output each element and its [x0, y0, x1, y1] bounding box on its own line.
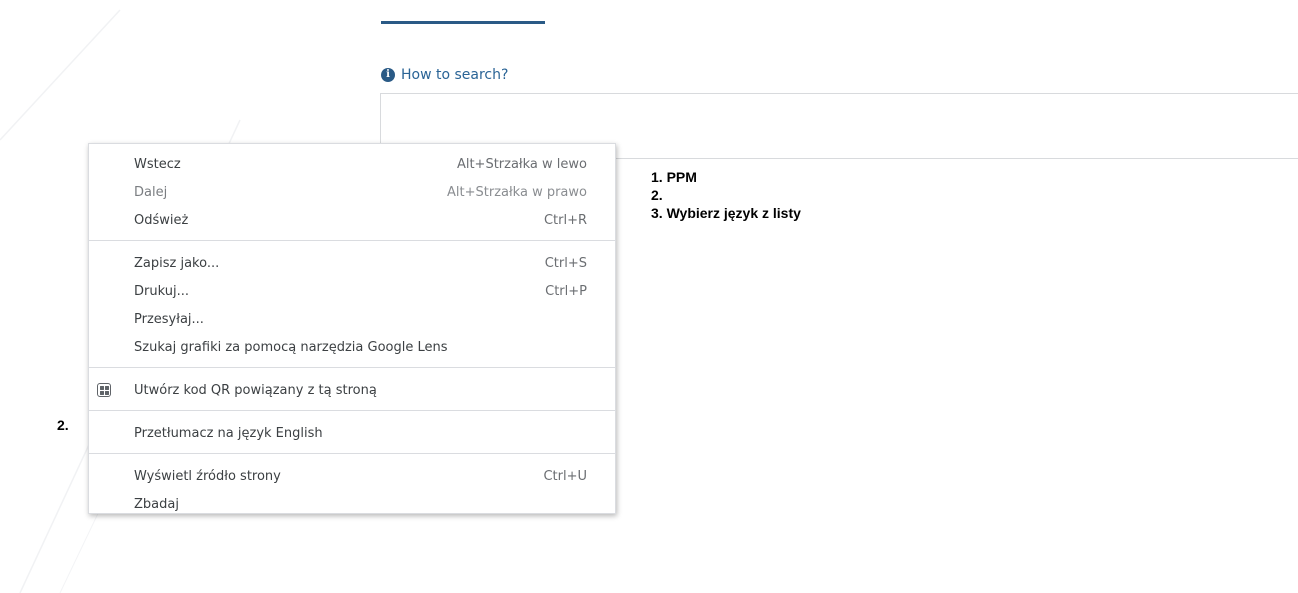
menu-item-translate[interactable]: Przetłumacz na język English	[89, 419, 615, 447]
menu-item-reload[interactable]: Odśwież Ctrl+R	[89, 206, 615, 234]
menu-item-shortcut: Ctrl+S	[544, 255, 587, 271]
menu-item-label: Dalej	[134, 184, 168, 200]
instruction-step-3: 3. Wybierz język z listy	[651, 205, 801, 221]
menu-item-label: Utwórz kod QR powiązany z tą stroną	[134, 382, 377, 398]
menu-item-shortcut: Alt+Strzałka w lewo	[456, 156, 587, 172]
menu-item-label: Zbadaj	[134, 496, 179, 512]
menu-item-label: Wyświetl źródło strony	[134, 468, 281, 484]
active-tab-indicator	[381, 21, 545, 24]
menu-item-qr-code[interactable]: Utwórz kod QR powiązany z tą stroną	[89, 376, 615, 404]
menu-item-inspect[interactable]: Zbadaj	[89, 490, 615, 518]
menu-item-label: Przetłumacz na język English	[134, 425, 323, 441]
menu-item-forward[interactable]: Dalej Alt+Strzałka w prawo	[89, 178, 615, 206]
how-to-search-link[interactable]: i How to search?	[381, 65, 508, 85]
instruction-step-1: 1. PPM	[651, 169, 697, 185]
menu-item-label: Przesyłaj...	[134, 311, 204, 327]
menu-item-label: Szukaj grafiki za pomocą narzędzia Googl…	[134, 339, 448, 355]
menu-item-print[interactable]: Drukuj... Ctrl+P	[89, 277, 615, 305]
how-to-search-label: How to search?	[401, 67, 509, 83]
menu-item-label: Wstecz	[134, 156, 181, 172]
menu-separator	[89, 453, 615, 454]
menu-separator	[89, 410, 615, 411]
menu-separator	[89, 367, 615, 368]
menu-item-label: Odśwież	[134, 212, 189, 228]
menu-item-shortcut: Ctrl+U	[543, 468, 587, 484]
menu-item-back[interactable]: Wstecz Alt+Strzałka w lewo	[89, 150, 615, 178]
menu-item-shortcut: Ctrl+P	[545, 283, 587, 299]
menu-item-label: Drukuj...	[134, 283, 189, 299]
menu-item-label: Zapisz jako...	[134, 255, 220, 271]
menu-item-save-as[interactable]: Zapisz jako... Ctrl+S	[89, 249, 615, 277]
menu-item-google-lens[interactable]: Szukaj grafiki za pomocą narzędzia Googl…	[89, 333, 615, 361]
instruction-step-2: 2.	[651, 187, 663, 203]
menu-item-cast[interactable]: Przesyłaj...	[89, 305, 615, 333]
instructions-annotation: 1. PPM 2. 3. Wybierz język z listy	[651, 168, 801, 222]
menu-item-view-source[interactable]: Wyświetl źródło strony Ctrl+U	[89, 462, 615, 490]
info-icon: i	[381, 68, 395, 82]
context-menu: Wstecz Alt+Strzałka w lewo Dalej Alt+Str…	[88, 143, 616, 514]
menu-item-shortcut: Alt+Strzałka w prawo	[447, 184, 587, 200]
side-step-marker: 2.	[57, 417, 69, 433]
menu-separator	[89, 240, 615, 241]
qr-code-icon	[97, 383, 111, 397]
menu-item-shortcut: Ctrl+R	[543, 212, 587, 228]
